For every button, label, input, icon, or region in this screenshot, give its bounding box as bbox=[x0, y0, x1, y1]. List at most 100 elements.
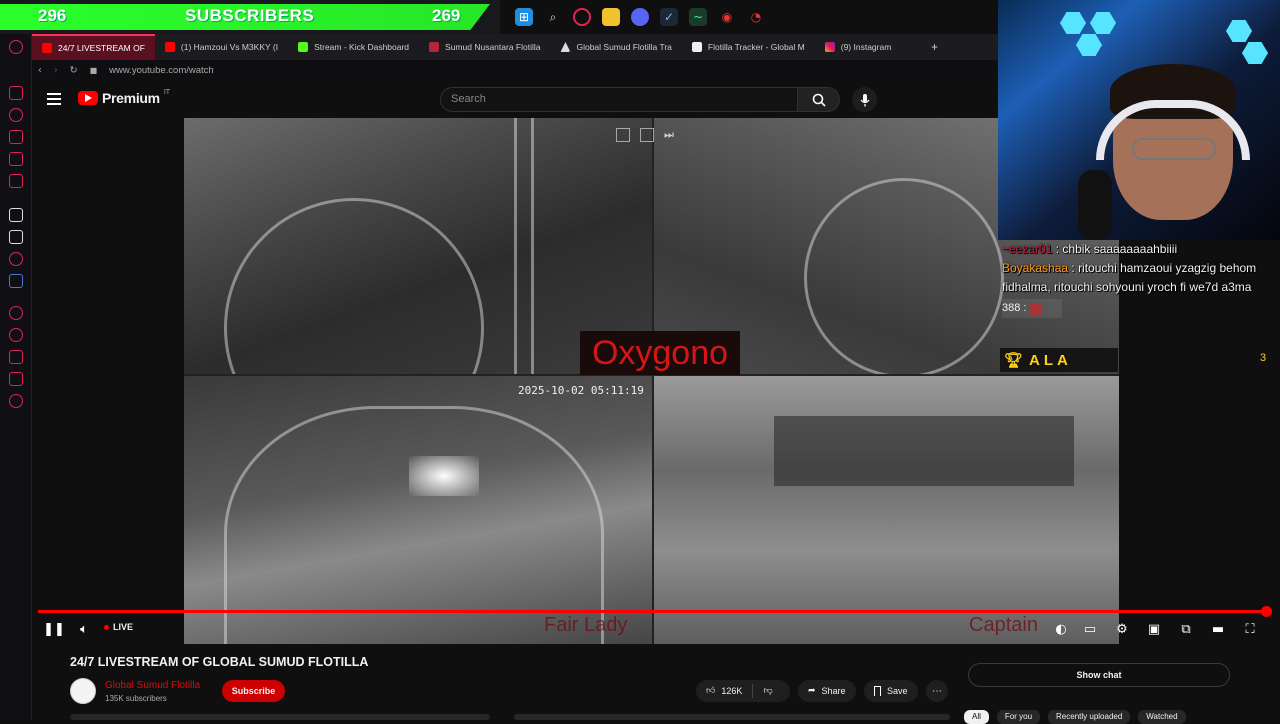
sidebar-mail-icon[interactable] bbox=[9, 174, 23, 188]
browser-sidebar bbox=[0, 34, 32, 720]
x-twitter-icon[interactable] bbox=[9, 230, 23, 244]
progress-bar[interactable] bbox=[38, 610, 1266, 613]
chat-text: chbik saaaaaaaahbiiii bbox=[1062, 242, 1178, 256]
sidebar-wallet-icon[interactable] bbox=[9, 152, 23, 166]
subtitles-icon[interactable]: ▭ bbox=[1082, 621, 1098, 637]
folder-icon[interactable] bbox=[602, 8, 620, 26]
sidebar-bag-icon[interactable] bbox=[9, 130, 23, 144]
goal-count: 269 bbox=[432, 6, 461, 25]
trophy-icon: 🏆︎ bbox=[1004, 351, 1024, 369]
search-icon[interactable]: ⌕ bbox=[544, 8, 562, 26]
tab-label: (9) Instagram bbox=[840, 42, 892, 52]
voice-search-button[interactable] bbox=[852, 87, 877, 112]
volume-icon[interactable]: 🔈︎ bbox=[76, 621, 92, 637]
like-button[interactable]: 👍︎ 126K bbox=[696, 684, 754, 698]
new-tab-button[interactable]: + bbox=[921, 34, 948, 60]
pause-icon[interactable]: ❚❚ bbox=[43, 621, 65, 637]
subscribe-button[interactable]: Subscribe bbox=[222, 680, 285, 702]
chip-all[interactable]: All bbox=[964, 710, 989, 724]
video-player[interactable]: 2025-10-02 05:11:19 Fair Lady Captain Ox… bbox=[184, 118, 1119, 644]
youtube-icon[interactable] bbox=[9, 252, 23, 266]
tab-flotilla-tracker[interactable]: Flotilla Tracker - Global M bbox=[682, 34, 815, 60]
tab-instagram[interactable]: (9) Instagram bbox=[815, 34, 902, 60]
opera-menu-icon[interactable] bbox=[9, 40, 23, 54]
url-field[interactable]: www.youtube.com/watch bbox=[109, 65, 214, 76]
search-icon bbox=[812, 93, 826, 107]
thumbs-down-icon: 👎︎ bbox=[763, 686, 773, 696]
live-dot-icon bbox=[104, 624, 109, 630]
live-badge[interactable]: LIVE bbox=[104, 622, 133, 632]
sidebar-clock-icon[interactable] bbox=[9, 328, 23, 342]
more-actions-icon[interactable]: ⋯ bbox=[926, 680, 948, 702]
channel-name[interactable]: Global Sumud Flotilla bbox=[105, 680, 200, 691]
sidebar-app-icon[interactable] bbox=[9, 86, 23, 100]
description-bar bbox=[514, 714, 950, 720]
tab-sumud-tracker[interactable]: Global Sumud Flotilla Tra bbox=[550, 34, 681, 60]
hexagon-light bbox=[1090, 12, 1116, 34]
sidebar-ai-icon[interactable] bbox=[9, 208, 23, 222]
theater-mode-icon[interactable]: ▬ bbox=[1210, 621, 1226, 637]
hamburger-menu-icon[interactable] bbox=[47, 93, 61, 105]
youtube-logo[interactable]: Premium IT bbox=[78, 89, 170, 106]
microphone-shape bbox=[1078, 170, 1112, 240]
bitwarden-icon[interactable] bbox=[9, 274, 23, 288]
chip-watched[interactable]: Watched bbox=[1138, 710, 1186, 724]
search-input[interactable]: Search bbox=[440, 87, 798, 112]
settings-icon[interactable] bbox=[9, 394, 23, 408]
miniplayer-icon[interactable]: ▣ bbox=[1146, 621, 1162, 637]
reload-icon[interactable]: ↻ bbox=[70, 65, 78, 76]
windows-icon[interactable]: ⊞ bbox=[515, 8, 533, 26]
chip-recently-uploaded[interactable]: Recently uploaded bbox=[1048, 710, 1131, 724]
description-bar bbox=[70, 714, 490, 720]
kick-icon bbox=[298, 42, 309, 52]
dislike-button[interactable]: 👎︎ bbox=[753, 686, 772, 696]
share-arrow-icon[interactable] bbox=[640, 128, 654, 142]
tab-hamzoui[interactable]: (1) Hamzoui Vs M3KKY (I bbox=[155, 34, 288, 60]
youtube-icon bbox=[42, 43, 52, 53]
emote-icon bbox=[1030, 302, 1043, 315]
map-icon bbox=[691, 42, 702, 52]
sidebar-pin-icon[interactable] bbox=[9, 372, 23, 386]
forward-icon[interactable]: › bbox=[54, 65, 58, 76]
pip-icon[interactable]: ⧉ bbox=[1178, 621, 1194, 637]
tab-livestream[interactable]: 24/7 LIVESTREAM OF bbox=[32, 34, 155, 60]
search-button[interactable] bbox=[798, 87, 840, 112]
show-chat-button[interactable]: Show chat bbox=[968, 663, 1230, 687]
tab-label: 24/7 LIVESTREAM OF bbox=[58, 43, 145, 53]
sidebar-cube-icon[interactable] bbox=[9, 350, 23, 364]
instagram-icon bbox=[824, 42, 835, 52]
fullscreen-icon[interactable]: ⛶ bbox=[1242, 621, 1258, 637]
triangle-icon bbox=[560, 42, 571, 52]
maps-pin-icon[interactable]: ◉ bbox=[718, 8, 736, 26]
lamp-glow bbox=[409, 456, 479, 496]
opera-icon[interactable] bbox=[573, 8, 591, 26]
address-bar: ‹ › ↻ ■ www.youtube.com/watch bbox=[32, 60, 998, 80]
copy-icon[interactable] bbox=[616, 128, 630, 142]
share-button[interactable]: ➦ Share bbox=[798, 680, 856, 702]
app-icon[interactable]: ~ bbox=[689, 8, 707, 26]
back-icon[interactable]: ‹ bbox=[38, 65, 42, 76]
sidebar-player-icon[interactable] bbox=[9, 306, 23, 320]
save-button[interactable]: Save bbox=[864, 680, 918, 702]
video-title: 24/7 LIVESTREAM OF GLOBAL SUMUD FLOTILLA bbox=[70, 655, 369, 669]
chip-for-you[interactable]: For you bbox=[996, 710, 1041, 724]
chat-count: 388 : bbox=[1002, 302, 1027, 314]
steam-icon[interactable]: ✓ bbox=[660, 8, 678, 26]
chat-message: Boyakashaa : ritouchi hamzaoui yzagzig b… bbox=[1002, 261, 1257, 294]
chat-emote-row: 388 : bbox=[1002, 299, 1062, 318]
autoplay-toggle-icon[interactable]: ◐ bbox=[1050, 621, 1072, 637]
tab-sumud-nusantara[interactable]: Sumud Nusantara Flotilla bbox=[419, 34, 550, 60]
cockpit-frame-shape bbox=[224, 406, 604, 644]
sidebar-history-icon[interactable] bbox=[9, 108, 23, 122]
notification-icon[interactable]: ◔ bbox=[747, 8, 765, 26]
skip-next-icon[interactable]: ⏭ bbox=[664, 128, 678, 142]
mast-shape bbox=[514, 118, 534, 374]
subscribers-label: SUBSCRIBERS bbox=[185, 6, 315, 25]
discord-icon[interactable] bbox=[631, 8, 649, 26]
tab-kick-dashboard[interactable]: Stream - Kick Dashboard bbox=[288, 34, 419, 60]
channel-avatar[interactable] bbox=[70, 678, 96, 704]
gx-icon[interactable] bbox=[9, 682, 23, 696]
tab-strip: 24/7 LIVESTREAM OF (1) Hamzoui Vs M3KKY … bbox=[32, 34, 998, 60]
like-dislike-group: 👍︎ 126K 👎︎ bbox=[696, 680, 790, 702]
settings-gear-icon[interactable]: ⚙ bbox=[1114, 621, 1130, 637]
